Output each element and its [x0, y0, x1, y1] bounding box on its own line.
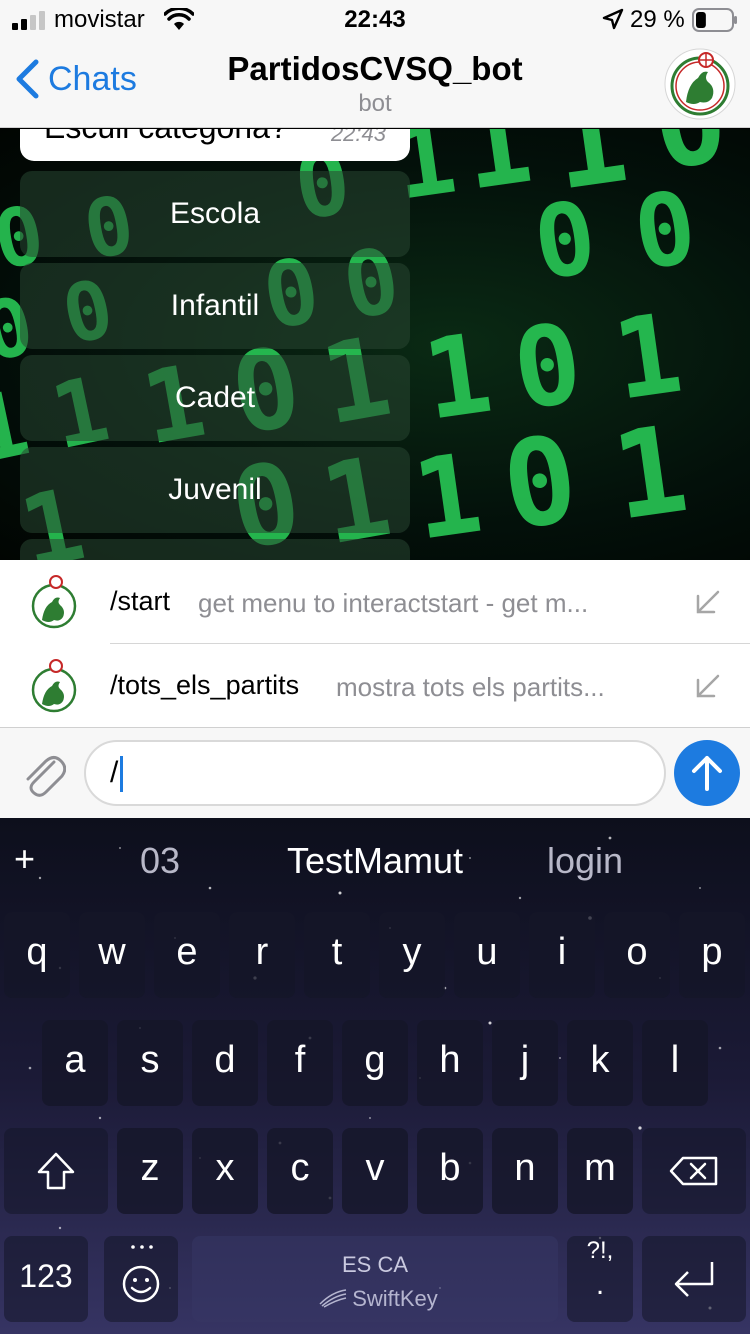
insert-arrow-icon[interactable] [694, 588, 722, 616]
command-name: /start [110, 586, 171, 616]
command-suggestion-start[interactable]: /start get menu to interactstart - get m… [0, 560, 750, 644]
shift-icon [37, 1152, 75, 1190]
key-u[interactable]: u [454, 912, 520, 998]
return-key[interactable] [642, 1236, 746, 1322]
chat-title[interactable]: PartidosCVSQ_bot [0, 50, 750, 88]
key-a[interactable]: a [42, 1020, 108, 1106]
key-o[interactable]: o [604, 912, 670, 998]
smiley-icon [122, 1265, 160, 1303]
keyboard-languages: ES CA [341, 1252, 409, 1277]
reply-button-escola[interactable]: Escola [20, 171, 410, 257]
message-input[interactable] [84, 740, 666, 806]
key-h[interactable]: h [417, 1020, 483, 1106]
key-c[interactable]: c [267, 1128, 333, 1214]
key-l[interactable]: l [642, 1020, 708, 1106]
key-k[interactable]: k [567, 1020, 633, 1106]
send-button[interactable] [674, 740, 740, 806]
arrow-up-icon [692, 756, 722, 791]
key-m[interactable]: m [567, 1128, 633, 1214]
reply-button-more[interactable] [20, 539, 410, 560]
message-text: Escull categoria? [44, 129, 288, 146]
numbers-key[interactable]: 123 [4, 1236, 88, 1322]
key-n[interactable]: n [492, 1128, 558, 1214]
key-y[interactable]: y [379, 912, 445, 998]
paperclip-icon[interactable] [20, 748, 66, 798]
key-x[interactable]: x [192, 1128, 258, 1214]
chat-area[interactable]: 0 1 1 1 0 0 0 0 0 0 0 0 0 1 0 1 1 1 1 0 … [0, 129, 750, 560]
key-j[interactable]: j [492, 1020, 558, 1106]
prediction-bar: + 03 TestMamut login [0, 818, 750, 904]
bot-avatar-small [31, 659, 77, 713]
key-g[interactable]: g [342, 1020, 408, 1106]
key-e[interactable]: e [154, 912, 220, 998]
punctuation-key[interactable]: ?!, . [567, 1236, 633, 1322]
key-d[interactable]: d [192, 1020, 258, 1106]
svg-text:0: 0 [495, 410, 586, 558]
add-icon[interactable]: + [14, 838, 35, 880]
prediction-center[interactable]: TestMamut [250, 840, 500, 882]
key-z[interactable]: z [117, 1128, 183, 1214]
reply-button-infantil[interactable]: Infantil [20, 263, 410, 349]
backspace-key[interactable] [642, 1128, 746, 1214]
key-r[interactable]: r [229, 912, 295, 998]
key-f[interactable]: f [267, 1020, 333, 1106]
key-p[interactable]: p [679, 912, 745, 998]
battery-percent: 29 % [630, 6, 685, 33]
command-description: mostra tots els partits... [336, 672, 605, 702]
key-i[interactable]: i [529, 912, 595, 998]
command-description: get menu to interactstart - get m... [198, 588, 589, 618]
status-bar: movistar 22:43 29 % [0, 0, 750, 40]
prediction-right[interactable]: login [520, 840, 650, 882]
command-name: /tots_els_partits [110, 670, 300, 700]
key-v[interactable]: v [342, 1128, 408, 1214]
space-bar[interactable]: ES CA SwiftKey [192, 1236, 558, 1322]
shift-key[interactable] [4, 1128, 108, 1214]
swiftkey-keyboard: + 03 TestMamut login q w e r t y u i o p… [0, 818, 750, 1334]
return-icon [674, 1262, 714, 1297]
command-suggestion-tots-els-partits[interactable]: /tots_els_partits mostra tots els partit… [0, 644, 750, 728]
keyboard-brand: SwiftKey [352, 1286, 438, 1311]
nav-bar: Chats PartidosCVSQ_bot bot [0, 40, 750, 128]
key-q[interactable]: q [4, 912, 70, 998]
insert-arrow-icon[interactable] [694, 672, 722, 700]
more-dots-icon [131, 1245, 153, 1249]
svg-text:1: 1 [605, 400, 696, 548]
text-caret [120, 756, 123, 792]
svg-text:1: 1 [456, 129, 539, 215]
message-time: 22:43 [330, 129, 386, 146]
location-arrow-icon [602, 8, 624, 30]
key-w[interactable]: w [79, 912, 145, 998]
punctuation-bottom: . [595, 1268, 605, 1301]
key-s[interactable]: s [117, 1020, 183, 1106]
chat-subtitle: bot [358, 90, 392, 117]
key-t[interactable]: t [304, 912, 370, 998]
emoji-key[interactable] [104, 1236, 178, 1322]
reply-button-juvenil[interactable]: Juvenil [20, 447, 410, 533]
reply-button-cadet[interactable]: Cadet [20, 355, 410, 441]
prediction-left[interactable]: 03 [100, 840, 220, 882]
bot-avatar-small [31, 575, 77, 629]
message-input-bar [0, 728, 750, 818]
svg-text:1: 1 [416, 309, 499, 445]
key-b[interactable]: b [417, 1128, 483, 1214]
command-suggestions: /start get menu to interactstart - get m… [0, 560, 750, 728]
svg-text:1: 1 [406, 429, 489, 560]
battery-icon [692, 8, 737, 32]
message-bubble[interactable]: Escull categoria? 22:43 [20, 129, 410, 161]
bot-avatar[interactable] [664, 48, 736, 120]
backspace-icon [669, 1156, 718, 1186]
